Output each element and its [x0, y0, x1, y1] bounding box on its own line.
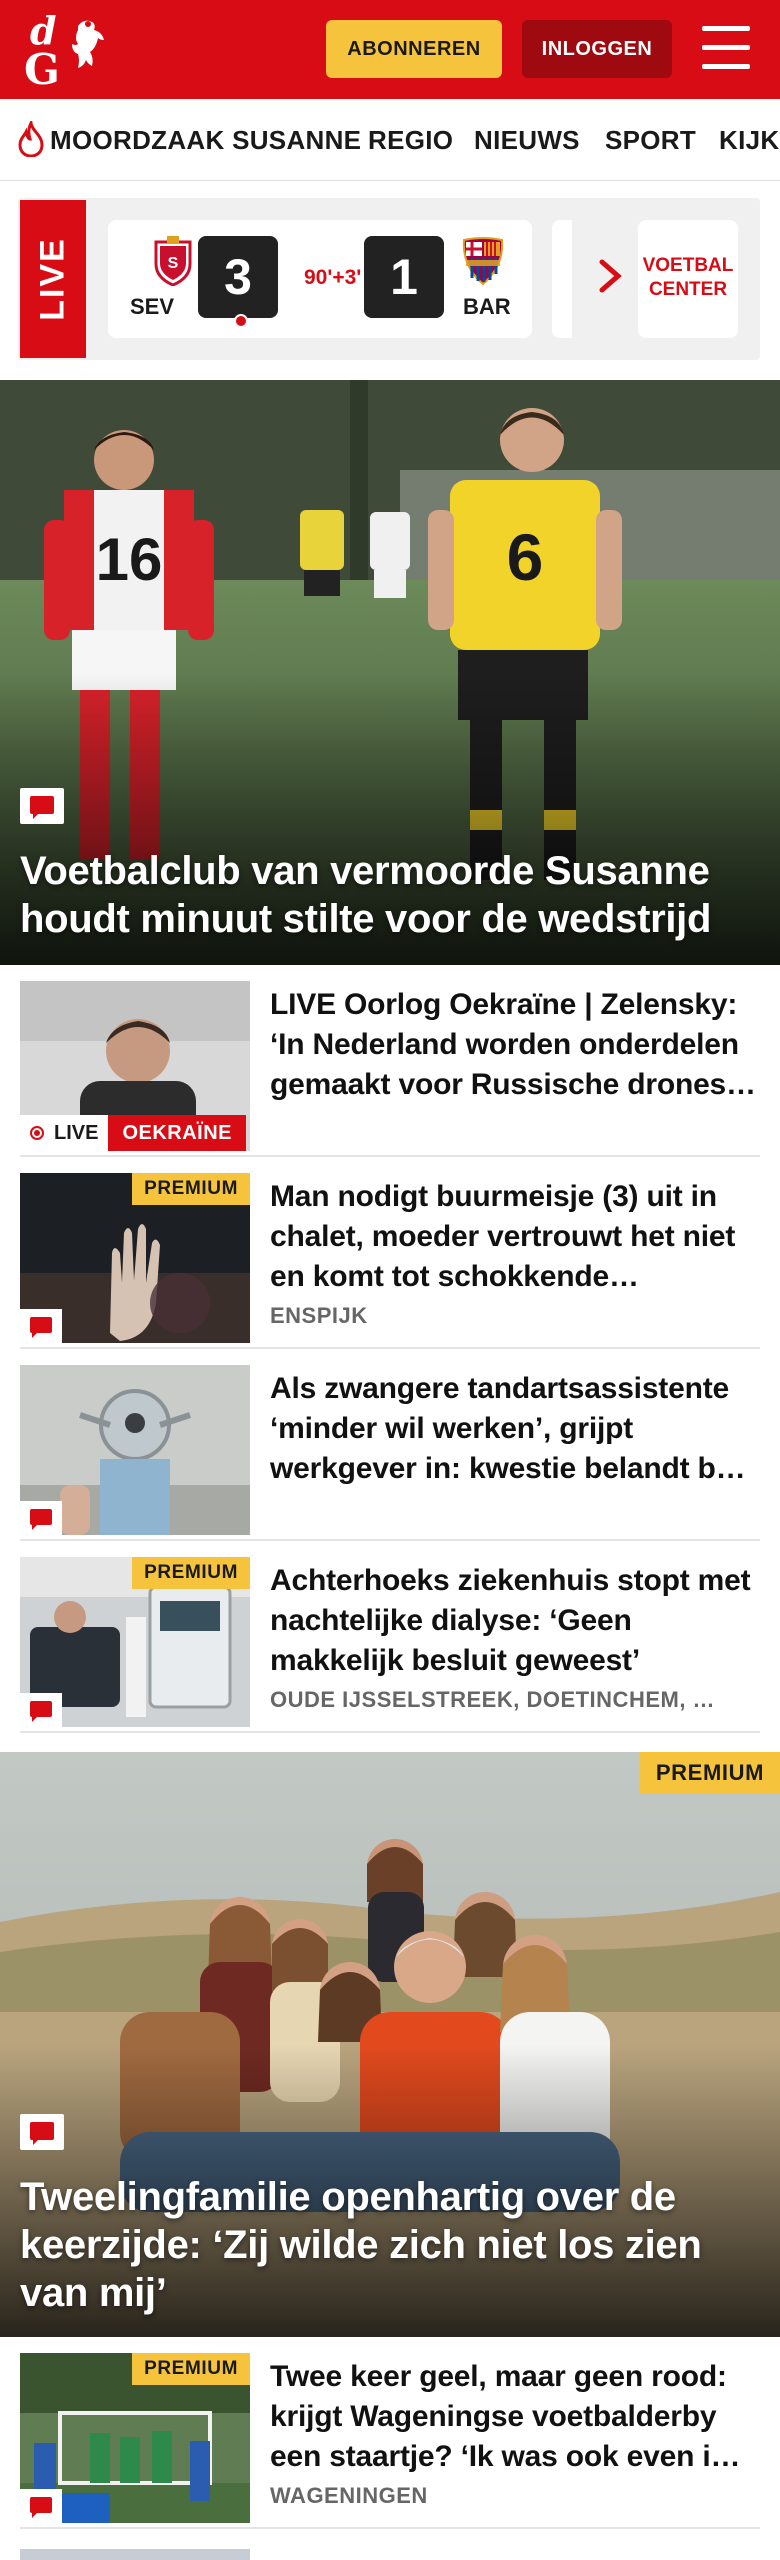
login-button[interactable]: INLOGGEN: [522, 20, 672, 78]
site-header: d G ABONNEREN INLOGGEN: [0, 0, 780, 99]
barcelona-crest-icon: [462, 237, 504, 286]
article-item[interactable]: LIVE OEKRAÏNE LIVE Oorlog Oekraïne | Zel…: [20, 965, 760, 1157]
article-title: LIVE Oorlog Oekraïne | Zelensky: ‘In Ned…: [270, 988, 756, 1101]
away-team-code: BAR: [463, 294, 511, 319]
voetbal-center-link[interactable]: VOETBAL CENTER: [638, 220, 738, 338]
comment-icon: [20, 2114, 64, 2150]
away-score: 1: [364, 236, 444, 318]
premium-badge: PREMIUM: [132, 2353, 250, 2385]
next-match-card[interactable]: [552, 220, 572, 338]
sevilla-crest-icon: S: [154, 236, 192, 286]
article-location: OUDE IJSSELSTREEK, DOETINCHEM, …: [270, 1687, 716, 1712]
premium-badge: PREMIUM: [132, 1173, 250, 1205]
article-item[interactable]: PREMIUM Achterhoeks ziekenhuis stopt met…: [20, 1541, 760, 1733]
feature-title: Tweelingfamilie openhartig over de keerz…: [20, 2175, 702, 2315]
comment-icon: [20, 1501, 62, 1535]
nav-item-kijk[interactable]: KIJK: [719, 125, 779, 156]
hero-article[interactable]: 16 6 Voetbalclub van vermoorde Susanne h…: [0, 380, 780, 965]
match-minute: 90'+3': [304, 266, 362, 289]
live-label: LIVE: [20, 200, 86, 358]
article-location: ENSPIJK: [270, 1303, 368, 1328]
article-thumbnail: [20, 1365, 250, 1535]
main-nav: MOORDZAAK SUSANNE REGIO NIEUWS SPORT KIJ…: [0, 99, 780, 181]
match-card[interactable]: S SEV 3 90'+3' 1 BAR: [108, 220, 532, 338]
article-title: Achterhoeks ziekenhuis stopt met nachtel…: [270, 1564, 751, 1677]
article-thumbnail: PREMIUM: [20, 1173, 250, 1343]
nav-item-regio[interactable]: REGIO: [368, 125, 453, 156]
svg-text:S: S: [168, 255, 179, 272]
home-team-code: SEV: [130, 294, 175, 319]
comment-icon: [20, 1693, 62, 1727]
menu-icon[interactable]: [702, 26, 750, 70]
comment-icon: [20, 788, 64, 824]
live-badge: LIVE OEKRAÏNE: [20, 1115, 247, 1151]
nav-item-moordzaak-susanne[interactable]: MOORDZAAK SUSANNE: [50, 125, 361, 156]
article-thumbnail: PREMIUM: [20, 2353, 250, 2523]
article-title: Als zwangere tandartsassistente ‘minder …: [270, 1372, 746, 1485]
home-score: 3: [198, 236, 278, 318]
article-item[interactable]: Als zwangere tandartsassistente ‘minder …: [20, 1349, 760, 1541]
article-title: Twee keer geel, maar geen rood: krijgt W…: [270, 2360, 741, 2473]
subscribe-button[interactable]: ABONNEREN: [326, 20, 502, 78]
flame-icon: [18, 121, 44, 157]
premium-badge: PREMIUM: [639, 1752, 780, 1794]
premium-badge: PREMIUM: [132, 1557, 250, 1589]
nav-item-sport[interactable]: SPORT: [605, 125, 696, 156]
site-logo[interactable]: d G: [24, 8, 116, 94]
chevron-right-icon[interactable]: [592, 256, 628, 296]
feature-article[interactable]: PREMIUM Tweelingfamilie openhartig over …: [0, 1752, 780, 2337]
logo-mark: d G: [24, 8, 104, 94]
article-title: Man nodigt buurmeisje (3) uit in chalet,…: [270, 1180, 736, 1293]
topic-label: OEKRAÏNE: [108, 1115, 247, 1151]
comment-icon: [20, 1309, 62, 1343]
svg-text:G: G: [24, 45, 60, 88]
article-thumbnail: PREMIUM: [20, 1557, 250, 1727]
next-article-thumbnail: [20, 2549, 250, 2560]
article-thumbnail: LIVE OEKRAÏNE: [20, 981, 250, 1151]
article-item[interactable]: PREMIUM Twee keer geel, maar geen rood: …: [20, 2337, 760, 2529]
live-scores-strip: LIVE S SEV 3 90'+3' 1 BAR VOETBAL CENTER: [18, 198, 760, 360]
article-location: WAGENINGEN: [270, 2483, 428, 2508]
comment-icon: [20, 2489, 62, 2523]
nav-item-nieuws[interactable]: NIEUWS: [474, 125, 580, 156]
article-item[interactable]: PREMIUM Man nodigt buurmeisje (3) uit in…: [20, 1157, 760, 1349]
goal-indicator-icon: [234, 314, 248, 328]
hero-title: Voetbalclub van vermoorde Susanne houdt …: [20, 849, 712, 941]
